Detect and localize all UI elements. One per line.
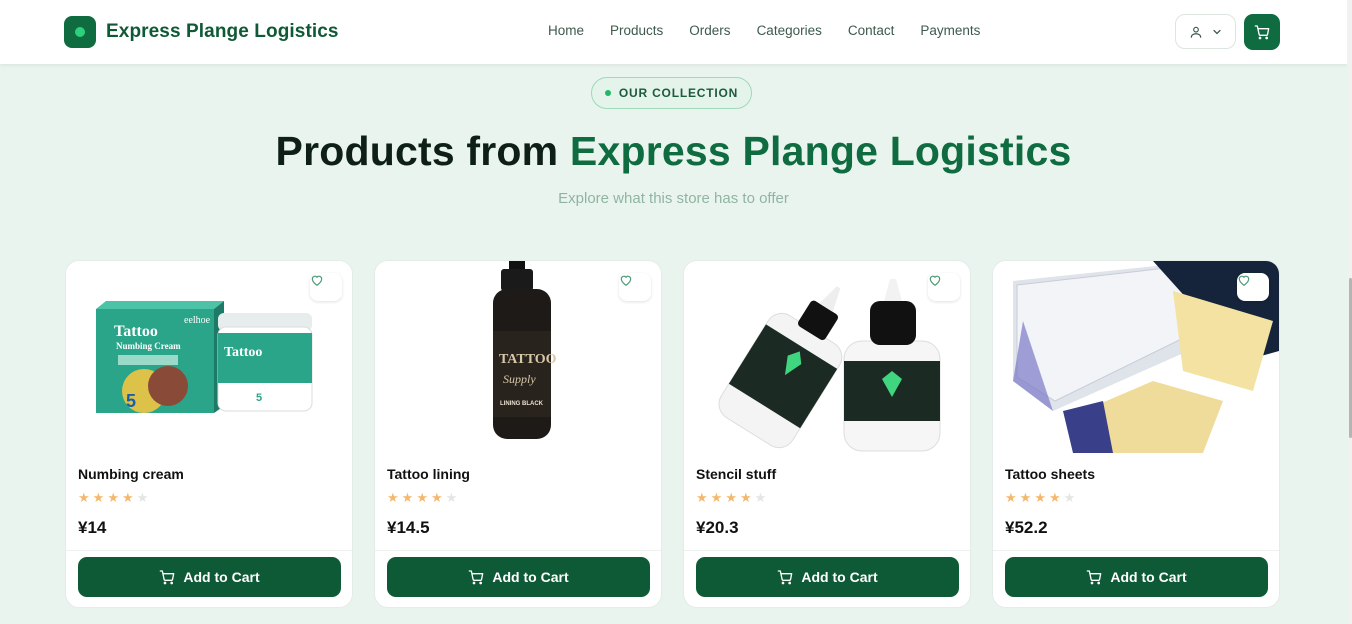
wishlist-button[interactable] [928, 273, 960, 301]
nav-home[interactable]: Home [548, 23, 584, 38]
bottle-sub: Supply [503, 372, 536, 386]
card-divider [684, 550, 970, 551]
star-icon: ★ [445, 490, 458, 505]
star-icon: ★ [1063, 490, 1076, 505]
nav-payments[interactable]: Payments [920, 23, 980, 38]
user-menu-button[interactable] [1175, 14, 1236, 49]
add-to-cart-button[interactable]: Add to Cart [78, 557, 341, 597]
rating-stars: ★ ★ ★ ★ ★ [387, 491, 457, 504]
star-icon: ★ [107, 490, 119, 505]
product-image-tattoo-sheets[interactable] [993, 261, 1279, 453]
bottle-label: LINING BLACK [500, 401, 544, 407]
nav-categories[interactable]: Categories [757, 23, 822, 38]
add-to-cart-button[interactable]: Add to Cart [387, 557, 650, 597]
star-icon: ★ [401, 490, 414, 505]
rating-stars: ★ ★ ★ ★ ★ [696, 491, 766, 504]
wishlist-button[interactable] [1237, 273, 1269, 301]
title-accent: Express Plange Logistics [569, 128, 1072, 174]
cream-box-title: Tattoo [114, 323, 158, 340]
product-name[interactable]: Numbing cream [78, 466, 184, 482]
product-price: ¥14.5 [387, 518, 430, 537]
cart-icon [469, 570, 484, 585]
bottle-brand: TATTOO [499, 352, 557, 367]
product-image-numbing-cream[interactable]: eelhoe Tattoo Numbing Cream 5 Tattoo 5 [66, 261, 352, 453]
cart-icon [778, 570, 793, 585]
heart-icon [1238, 275, 1250, 286]
star-icon: ★ [1005, 490, 1017, 505]
product-card[interactable]: eelhoe Tattoo Numbing Cream 5 Tattoo 5 N… [65, 260, 353, 608]
page-subtitle: Explore what this store has to offer [558, 190, 789, 207]
cream-jar-title: Tattoo [224, 345, 262, 360]
cart-icon [160, 570, 175, 585]
product-price: ¥14 [78, 518, 107, 537]
product-price: ¥52.2 [1005, 518, 1048, 537]
product-card[interactable]: Tattoo sheets ★ ★ ★ ★ ★ ¥52.2 Add to Cart [992, 260, 1280, 608]
star-icon: ★ [121, 490, 134, 505]
star-icon: ★ [136, 490, 149, 505]
star-icon: ★ [696, 490, 708, 505]
nav-orders[interactable]: Orders [689, 23, 730, 38]
wishlist-button[interactable] [310, 273, 342, 301]
star-icon: ★ [1034, 490, 1046, 505]
star-icon: ★ [430, 490, 443, 505]
logo-icon[interactable] [64, 16, 96, 48]
cream-box-brand: eelhoe [184, 315, 211, 326]
product-price: ¥20.3 [696, 518, 739, 537]
product-name[interactable]: Stencil stuff [696, 466, 776, 482]
cart-icon [1254, 25, 1270, 40]
product-name[interactable]: Tattoo sheets [1005, 466, 1095, 482]
cream-box-sub: Numbing Cream [116, 341, 181, 351]
add-to-cart-label: Add to Cart [492, 569, 569, 585]
star-icon: ★ [92, 490, 105, 505]
product-card[interactable]: TATTOO Supply LINING BLACK Tattoo lining… [374, 260, 662, 608]
product-name[interactable]: Tattoo lining [387, 466, 470, 482]
rating-stars: ★ ★ ★ ★ ★ [78, 491, 148, 504]
card-divider [375, 550, 661, 551]
cart-button[interactable] [1244, 14, 1280, 50]
page-title: Products from Express Plange Logistics [0, 128, 1347, 175]
heart-icon [929, 275, 941, 286]
wishlist-button[interactable] [619, 273, 651, 301]
collection-badge: OUR COLLECTION [591, 77, 752, 109]
star-icon: ★ [387, 490, 399, 505]
card-divider [66, 550, 352, 551]
star-icon: ★ [416, 490, 428, 505]
badge-dot-icon [604, 90, 611, 96]
chevron-down-icon [1213, 29, 1221, 35]
star-icon: ★ [725, 490, 737, 505]
star-icon: ★ [1019, 490, 1032, 505]
star-icon: ★ [739, 490, 752, 505]
user-icon [1190, 26, 1202, 38]
add-to-cart-button[interactable]: Add to Cart [696, 557, 959, 597]
brand-name[interactable]: Express Plange Logistics [106, 21, 339, 43]
heart-icon [311, 275, 323, 286]
title-prefix: Products from [275, 128, 570, 174]
card-divider [993, 550, 1279, 551]
star-icon: ★ [710, 490, 723, 505]
star-icon: ★ [78, 490, 90, 505]
cream-box-hours: 5 [126, 391, 136, 411]
nav-products[interactable]: Products [610, 23, 663, 38]
cart-icon [1087, 570, 1102, 585]
cream-jar-hours: 5 [256, 392, 262, 404]
star-icon: ★ [754, 490, 767, 505]
nav-contact[interactable]: Contact [848, 23, 895, 38]
product-card[interactable]: Stencil stuff ★ ★ ★ ★ ★ ¥20.3 Add to Cart [683, 260, 971, 608]
add-to-cart-label: Add to Cart [1110, 569, 1187, 585]
site-header: Express Plange Logistics Home Products O… [0, 0, 1347, 64]
add-to-cart-button[interactable]: Add to Cart [1005, 557, 1268, 597]
heart-icon [620, 275, 632, 286]
product-image-stencil-stuff[interactable] [684, 261, 970, 453]
badge-label: OUR COLLECTION [618, 86, 739, 100]
add-to-cart-label: Add to Cart [801, 569, 878, 585]
rating-stars: ★ ★ ★ ★ ★ [1005, 491, 1075, 504]
star-icon: ★ [1048, 490, 1061, 505]
product-image-tattoo-lining[interactable]: TATTOO Supply LINING BLACK [375, 261, 661, 453]
main-nav: Home Products Orders Categories Contact … [548, 23, 1006, 38]
add-to-cart-label: Add to Cart [183, 569, 260, 585]
